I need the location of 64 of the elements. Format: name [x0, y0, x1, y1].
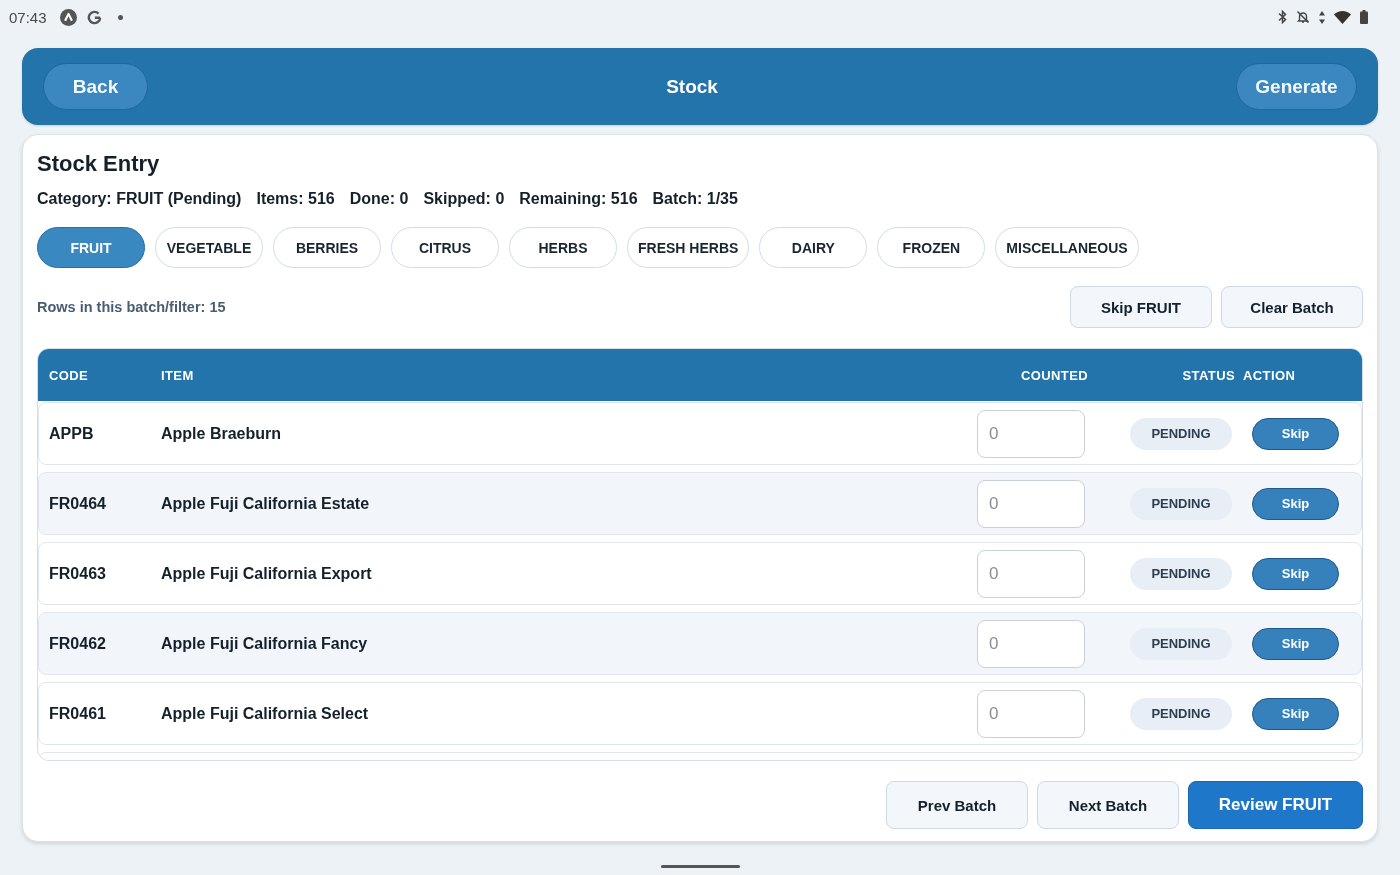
category-tab[interactable]: CITRUS	[391, 227, 499, 268]
bluetooth-icon	[1278, 10, 1287, 24]
summary-stat: Remaining: 516	[519, 189, 638, 209]
counted-input[interactable]: 0	[977, 479, 1085, 528]
notification-dot-icon	[117, 14, 123, 20]
back-button[interactable]: Back	[43, 63, 148, 110]
skip-button[interactable]: Skip	[1252, 417, 1339, 450]
category-tab[interactable]: HERBS	[509, 227, 617, 268]
column-header: CODE	[49, 367, 90, 383]
item-cell-text: Apple Fuji California Export	[161, 564, 373, 583]
summary-stat: Category: FRUIT (Pending)	[37, 189, 242, 209]
category-tab[interactable]: FRESH HERBS	[627, 227, 750, 268]
summary-stat: Batch: 1/35	[652, 189, 738, 209]
skip-button[interactable]: Skip	[1252, 487, 1339, 520]
code-cell-text: FR0461	[49, 704, 107, 723]
page-title: Stock	[666, 75, 718, 98]
item-cell-text: Apple Braeburn	[161, 424, 282, 443]
summary-stat: Done: 0	[349, 189, 409, 209]
footer-button[interactable]: Next Batch	[1037, 781, 1179, 829]
column-header: COUNTED	[1020, 367, 1088, 383]
status-badge: PENDING	[1130, 417, 1232, 450]
status-badge: PENDING	[1130, 487, 1232, 520]
counted-input[interactable]: 0	[977, 619, 1085, 668]
data-arrows-icon	[1319, 10, 1325, 24]
category-tab[interactable]: FROZEN	[877, 227, 986, 268]
wifi-icon	[1334, 10, 1351, 24]
section-title: Stock Entry	[37, 150, 161, 178]
status-time: 07:43	[9, 8, 47, 26]
footer-button[interactable]: Prev Batch	[886, 781, 1028, 829]
item-cell-text: Apple Fuji California Select	[161, 704, 370, 723]
counted-input[interactable]: 0	[977, 689, 1085, 738]
column-header: ACTION	[1242, 367, 1296, 383]
caret-circle-icon	[59, 8, 77, 26]
status-badge: PENDING	[1130, 697, 1232, 730]
batch-action-button[interactable]: Clear Batch	[1221, 286, 1363, 328]
category-tab[interactable]: VEGETABLE	[155, 227, 263, 268]
footer-button[interactable]: Review FRUIT	[1188, 781, 1363, 829]
summary-stat: Items: 516	[256, 189, 335, 209]
skip-button[interactable]: Skip	[1252, 697, 1339, 730]
bell-off-icon	[1296, 10, 1310, 24]
category-tab[interactable]: BERRIES	[273, 227, 381, 268]
code-cell-text: FR0463	[49, 564, 107, 583]
column-header: STATUS	[1182, 367, 1235, 383]
item-cell-text: Apple Fuji California Estate	[161, 494, 371, 513]
category-tab[interactable]: DAIRY	[759, 227, 868, 268]
counted-input[interactable]: 0	[977, 409, 1085, 458]
item-cell-text: Apple Fuji California Fancy	[161, 634, 369, 653]
batch-action-button[interactable]: Skip FRUIT	[1070, 286, 1212, 328]
code-cell-text: APPB	[49, 424, 95, 443]
status-badge: PENDING	[1130, 557, 1232, 590]
status-badge: PENDING	[1130, 627, 1232, 660]
code-cell-text: FR0464	[49, 494, 107, 513]
rows-count-text: Rows in this batch/filter: 15	[37, 299, 226, 315]
category-tab[interactable]: FRUIT	[37, 227, 145, 268]
generate-button[interactable]: Generate	[1236, 63, 1357, 110]
counted-input[interactable]: 0	[977, 549, 1085, 598]
battery-icon	[1360, 10, 1368, 24]
summary-stat: Skipped: 0	[423, 189, 505, 209]
category-tab[interactable]: MISCELLANEOUS	[995, 227, 1139, 268]
code-cell-text: FR0462	[49, 634, 107, 653]
skip-button[interactable]: Skip	[1252, 557, 1339, 590]
skip-button[interactable]: Skip	[1252, 627, 1339, 660]
column-header: ITEM	[161, 367, 195, 383]
g-icon	[86, 9, 102, 25]
